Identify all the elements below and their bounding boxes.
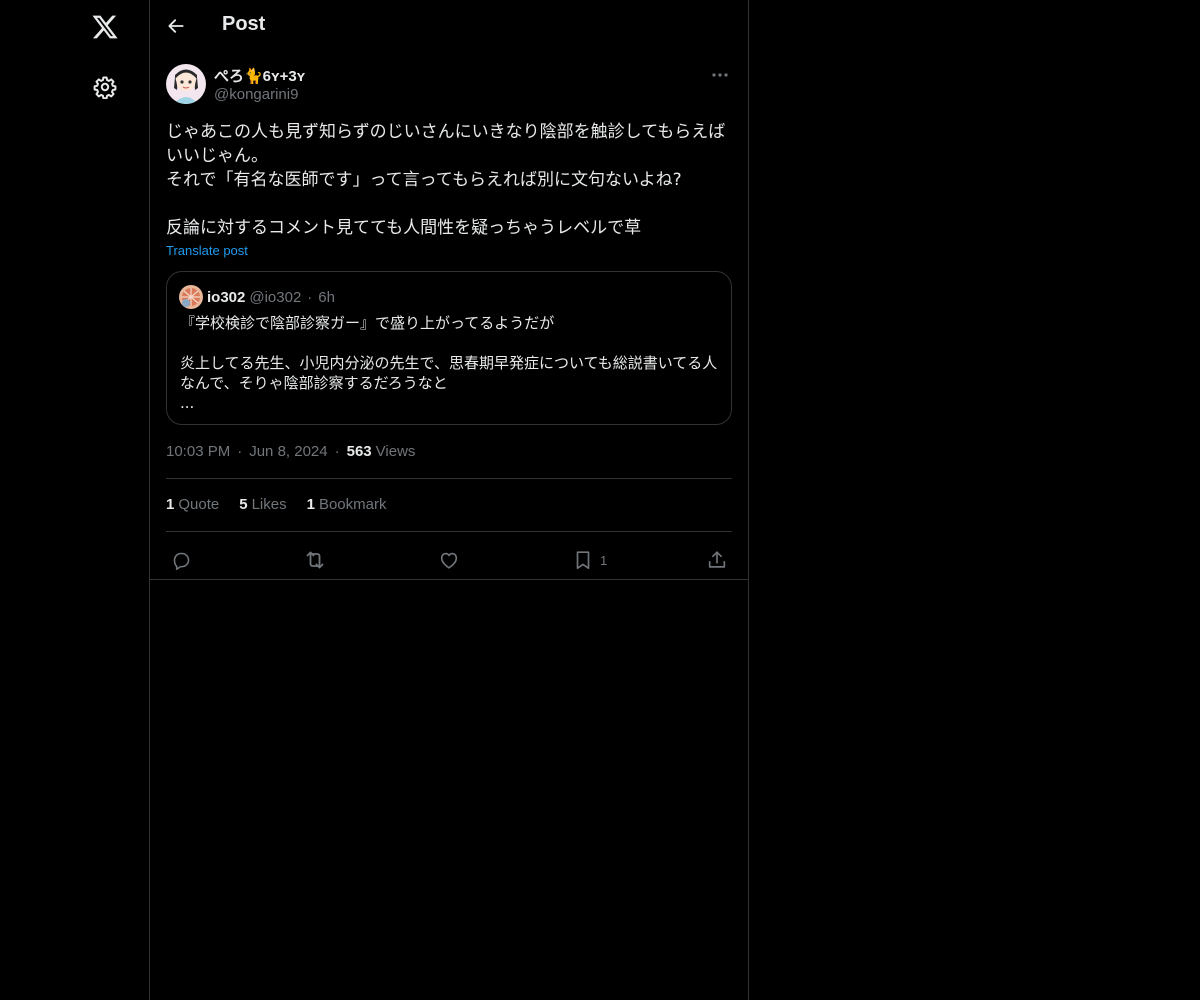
x-logo-icon: [92, 15, 118, 39]
bookmarks-label: Bookmark: [318, 496, 387, 513]
post-text: じゃあこの人も見ず知らずのじいさんにいきなり陰部を触診してもらえばいいじゃん。 …: [166, 122, 726, 238]
bookmark-button[interactable]: 1: [572, 542, 607, 578]
translate-post-link[interactable]: Translate post: [166, 243, 248, 258]
post: ぺろ🐈6ʏ+3ʏ @kongarini9 じゃあこの人も見ず知らずのじいさんにい…: [166, 64, 732, 570]
author-row: ぺろ🐈6ʏ+3ʏ @kongarini9: [166, 64, 732, 106]
more-dots-icon: [712, 73, 728, 77]
quoted-post-time: 6h: [318, 288, 335, 306]
likes-label: Likes: [251, 496, 287, 513]
author-avatar[interactable]: [166, 64, 206, 104]
quoted-post[interactable]: io302 @io302 · 6h 『学校検診で陰部診察ガー』で盛り上がってるよ…: [166, 271, 732, 425]
action-bar: 1: [166, 542, 732, 578]
quoted-author-handle: @io302: [249, 288, 302, 306]
post-time[interactable]: 10:03 PM: [166, 443, 230, 460]
bookmarks-count: 1: [306, 496, 315, 513]
heart-icon: [440, 552, 458, 569]
quoted-author-name: io302: [207, 288, 246, 306]
repost-icon: [306, 551, 324, 569]
views-label: Views: [375, 443, 416, 460]
separator-dot: ·: [307, 288, 313, 306]
likes-stat[interactable]: 5 Likes: [239, 496, 286, 513]
more-options-button[interactable]: [708, 64, 732, 86]
bookmark-count: 1: [600, 552, 608, 568]
quotes-label: Quote: [178, 496, 220, 513]
bookmark-icon: [576, 551, 590, 570]
author-name[interactable]: ぺろ🐈6ʏ+3ʏ: [214, 65, 305, 86]
repost-button[interactable]: [303, 542, 327, 578]
main-column: Post ぺろ🐈6ʏ+3ʏ @kongarini9 じゃあこの人も見ず知らずのじ…: [149, 0, 749, 1000]
reply-button[interactable]: [171, 542, 192, 578]
gear-icon: [93, 76, 117, 99]
post-meta: 10:03 PM · Jun 8, 2024 · 563 Views: [166, 443, 415, 460]
post-bottom-border: [150, 579, 748, 580]
left-nav: [0, 0, 150, 1000]
back-button[interactable]: [158, 8, 194, 44]
likes-count: 5: [239, 496, 248, 513]
like-button[interactable]: [438, 542, 460, 578]
settings-button[interactable]: [81, 63, 129, 111]
divider: [166, 531, 732, 532]
post-header: Post: [150, 0, 748, 53]
bookmarks-stat[interactable]: 1 Bookmark: [307, 496, 387, 513]
share-button[interactable]: [706, 542, 728, 578]
quoted-author-avatar: [179, 285, 203, 309]
arrow-left-icon: [168, 19, 184, 33]
quoted-post-text: 『学校検診で陰部診察ガー』で盛り上がってるようだが 炎上してる先生、小児内分泌の…: [180, 314, 718, 412]
separator-dot: ·: [334, 443, 340, 460]
divider: [166, 478, 732, 479]
author-handle[interactable]: @kongarini9: [214, 86, 298, 103]
page-title: Post: [222, 13, 266, 35]
quotes-stat[interactable]: 1 Quote: [166, 496, 219, 513]
reply-icon: [173, 552, 190, 570]
avatar-image: [166, 64, 206, 104]
quotes-count: 1: [166, 496, 175, 513]
engagement-stats: 1 Quote 5 Likes 1 Bookmark: [166, 496, 406, 513]
share-icon: [708, 551, 726, 568]
post-date[interactable]: Jun 8, 2024: [249, 443, 327, 460]
home-logo-button[interactable]: [81, 3, 129, 51]
quoted-post-header: io302 @io302 · 6h: [179, 285, 335, 309]
separator-dot: ·: [237, 443, 243, 460]
views-count: 563: [346, 443, 372, 460]
